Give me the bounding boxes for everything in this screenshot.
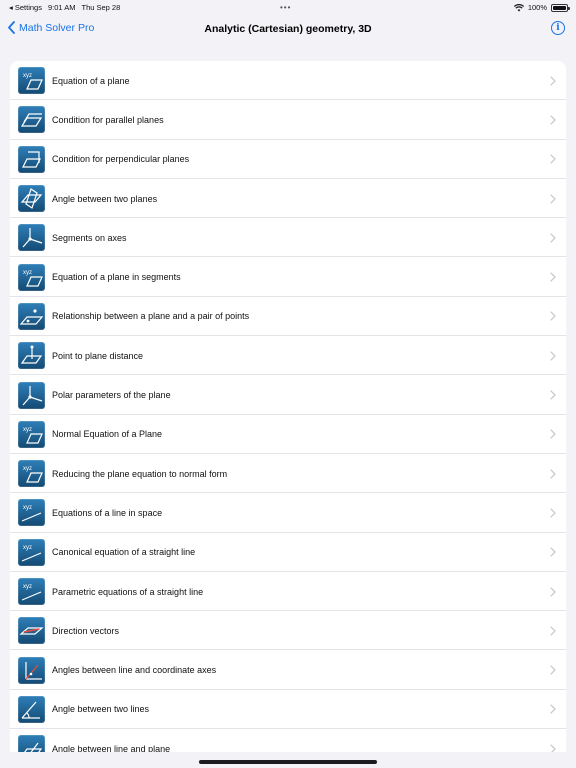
chevron-right-icon bbox=[550, 390, 556, 400]
list-item[interactable]: Angle between two planes bbox=[10, 179, 566, 219]
chevron-right-icon bbox=[550, 351, 556, 361]
svg-text:xyz: xyz bbox=[23, 73, 32, 79]
chevron-right-icon bbox=[550, 311, 556, 322]
perpendicular-planes-icon bbox=[18, 145, 45, 173]
chevron-right-icon bbox=[550, 154, 556, 164]
list-item-label: Equation of a plane in segments bbox=[52, 272, 181, 283]
line-axes-angle-icon bbox=[18, 656, 45, 684]
list-item[interactable]: Condition for perpendicular planes bbox=[10, 140, 566, 180]
chevron-right-icon bbox=[550, 272, 556, 282]
chevron-right-icon bbox=[550, 704, 556, 714]
list-item[interactable]: Direction vectors bbox=[10, 611, 566, 651]
list-item-label: Angles between line and coordinate axes bbox=[52, 665, 217, 676]
battery-percent: 100% bbox=[527, 3, 547, 12]
chevron-right-icon bbox=[550, 547, 556, 557]
list-item[interactable]: Angle between line and plane bbox=[10, 729, 566, 752]
back-app-label: Settings bbox=[14, 3, 42, 12]
xyz-plane-icon: xyz bbox=[18, 67, 45, 95]
list-item-label: Equation of a plane bbox=[52, 75, 130, 86]
chevron-right-icon bbox=[550, 665, 556, 675]
multitask-dots-icon[interactable]: ••• bbox=[280, 3, 291, 12]
axes-icon bbox=[18, 224, 45, 252]
plane-points-icon bbox=[18, 302, 45, 330]
list-item-label: Condition for parallel planes bbox=[52, 114, 164, 125]
list-item[interactable]: Segments on axes bbox=[10, 218, 566, 258]
svg-text:xyz: xyz bbox=[23, 505, 32, 511]
axes-icon bbox=[18, 381, 45, 409]
list-item-label: Equations of a line in space bbox=[52, 507, 163, 518]
list-item-label: Point to plane distance bbox=[52, 350, 144, 361]
list-item-label: Condition for perpendicular planes bbox=[52, 154, 190, 165]
chevron-right-icon bbox=[550, 469, 556, 479]
wifi-icon bbox=[513, 3, 524, 11]
chevron-right-icon bbox=[550, 429, 556, 439]
svg-text:xyz: xyz bbox=[23, 584, 32, 590]
direction-vectors-icon bbox=[18, 617, 45, 645]
page-title: Analytic (Cartesian) geometry, 3D bbox=[204, 23, 372, 35]
chevron-right-icon bbox=[550, 626, 556, 636]
info-button[interactable]: i bbox=[551, 21, 565, 35]
list-item[interactable]: Relationship between a plane and a pair … bbox=[10, 297, 566, 337]
status-left: ◂ Settings 9:01 AM Thu Sep 28 bbox=[9, 3, 120, 12]
chevron-right-icon bbox=[550, 193, 556, 204]
line-plane-angle-icon bbox=[18, 735, 45, 752]
list-item[interactable]: xyz Normal Equation of a Plane bbox=[10, 415, 566, 455]
list-item[interactable]: Angles between line and coordinate axes bbox=[10, 650, 566, 691]
chevron-right-icon bbox=[550, 744, 556, 752]
list-item-label: Angle between line and plane bbox=[52, 743, 171, 752]
list-item-label: Reducing the plane equation to normal fo… bbox=[52, 468, 228, 479]
svg-text:xyz: xyz bbox=[23, 427, 32, 433]
svg-text:xyz: xyz bbox=[23, 466, 32, 472]
chevron-right-icon bbox=[550, 508, 556, 518]
back-to-app[interactable]: ◂ Settings bbox=[9, 3, 42, 12]
list-item[interactable]: Angle between two lines bbox=[10, 690, 566, 730]
status-date: Thu Sep 28 bbox=[81, 3, 121, 12]
home-indicator[interactable] bbox=[199, 760, 377, 764]
chevron-right-icon bbox=[550, 115, 556, 125]
chevron-right-icon bbox=[550, 233, 556, 243]
list-item[interactable]: xyz Equation of a plane bbox=[10, 61, 566, 101]
list-item-label: Canonical equation of a straight line bbox=[52, 547, 196, 558]
xyz-plane-icon: xyz bbox=[18, 263, 45, 291]
chevron-right-icon bbox=[550, 76, 556, 86]
svg-text:xyz: xyz bbox=[23, 270, 32, 276]
list-item-label: Angle between two planes bbox=[52, 193, 158, 204]
topic-list: xyz Equation of a plane Condition for pa… bbox=[10, 61, 566, 752]
xyz-plane-icon: xyz bbox=[18, 460, 45, 488]
xyz-plane-icon: xyz bbox=[18, 420, 45, 448]
navigation-bar: Math Solver Pro Analytic (Cartesian) geo… bbox=[0, 14, 576, 44]
list-item-label: Direction vectors bbox=[52, 625, 120, 636]
svg-text:xyz: xyz bbox=[23, 545, 32, 551]
parallel-planes-icon bbox=[18, 106, 45, 134]
list-item[interactable]: Polar parameters of the plane bbox=[10, 375, 566, 415]
list-item[interactable]: xyz Equations of a line in space bbox=[10, 493, 566, 533]
list-item-label: Parametric equations of a straight line bbox=[52, 586, 204, 597]
battery-icon bbox=[551, 3, 570, 12]
line-angle-icon bbox=[18, 695, 45, 723]
list-item-label: Segments on axes bbox=[52, 232, 127, 243]
status-time: 9:01 AM bbox=[47, 3, 76, 12]
status-right: 100% bbox=[513, 3, 570, 12]
xyz-line-icon: xyz bbox=[18, 499, 45, 527]
xyz-line-icon: xyz bbox=[18, 538, 45, 566]
list-item-label: Normal Equation of a Plane bbox=[52, 429, 163, 440]
plane-angle-icon bbox=[18, 185, 45, 213]
status-bar: ◂ Settings 9:01 AM Thu Sep 28 ••• 100% bbox=[0, 0, 576, 14]
list-item[interactable]: xyz Equation of a plane in segments bbox=[10, 257, 566, 298]
xyz-line-icon: xyz bbox=[18, 578, 45, 605]
list-item[interactable]: xyz Canonical equation of a straight lin… bbox=[10, 533, 566, 573]
list-item[interactable]: xyz Parametric equations of a straight l… bbox=[10, 572, 566, 612]
point-distance-icon bbox=[18, 342, 45, 370]
list-item-label: Polar parameters of the plane bbox=[52, 390, 171, 401]
chevron-right-icon bbox=[550, 586, 556, 597]
list-item-label: Angle between two lines bbox=[52, 704, 150, 715]
list-item[interactable]: Point to plane distance bbox=[10, 336, 566, 376]
list-item[interactable]: Condition for parallel planes bbox=[10, 100, 566, 140]
list-item[interactable]: xyz Reducing the plane equation to norma… bbox=[10, 454, 566, 494]
list-item-label: Relationship between a plane and a pair … bbox=[52, 311, 250, 322]
